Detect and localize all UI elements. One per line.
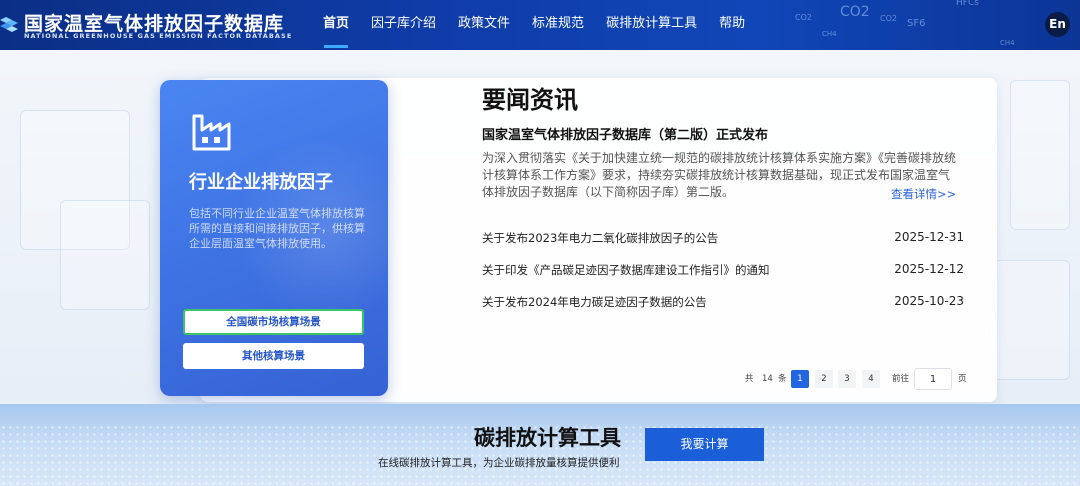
view-details-link[interactable]: 查看详情>>: [891, 186, 956, 202]
main-nav: 首页 因子库介绍 政策文件 标准规范 碳排放计算工具 帮助: [312, 0, 756, 50]
nav-factor-intro[interactable]: 因子库介绍: [360, 0, 447, 50]
pagination-goto-label: 前往: [892, 374, 910, 384]
news-list-item[interactable]: 关于发布2024年电力碳足迹因子数据的公告 2025-10-23: [482, 294, 964, 314]
industry-factor-card: 行业企业排放因子 包括不同行业企业温室气体排放核算所需的直接和间接排放因子，供核…: [160, 80, 388, 396]
pagination-total-prefix: 共: [745, 374, 754, 384]
pagination-total-suffix: 条: [778, 374, 787, 384]
nav-home[interactable]: 首页: [312, 0, 360, 50]
gas-label-ch4-left: CH4: [822, 30, 837, 38]
cubes-logo-icon: [0, 17, 18, 32]
nav-standards[interactable]: 标准规范: [521, 0, 595, 50]
news-lead-body: 为深入贯彻落实《关于加快建立统一规范的碳排放统计核算体系实施方案》《完善碳排放统…: [482, 151, 957, 199]
start-calculation-button[interactable]: 我要计算: [645, 428, 764, 461]
calculator-band-title: 碳排放计算工具: [474, 426, 621, 450]
pagination-total: 14: [762, 374, 773, 384]
gas-label-ch4-right: CH4: [1000, 39, 1015, 47]
language-toggle-button[interactable]: En: [1045, 12, 1070, 37]
decor-panel: [1010, 80, 1070, 230]
news-list-item[interactable]: 关于发布2023年电力二氧化碳排放因子的公告 2025-12-31: [482, 230, 964, 250]
news-item-date: 2025-10-23: [894, 294, 964, 308]
page-button-3[interactable]: 3: [838, 370, 856, 388]
news-item-title: 关于发布2024年电力碳足迹因子数据的公告: [482, 295, 707, 309]
calculator-band-subtitle: 在线碳排放计算工具，为企业碳排放量核算提供便利: [378, 457, 620, 469]
site-logo-subtitle: NATIONAL GREENHOUSE GAS EMISSION FACTOR …: [24, 32, 293, 40]
nav-help[interactable]: 帮助: [708, 0, 756, 50]
pagination-page-suffix: 页: [958, 374, 967, 384]
news-item-title: 关于发布2023年电力二氧化碳排放因子的公告: [482, 231, 719, 245]
news-item-date: 2025-12-31: [894, 230, 964, 244]
card-description: 包括不同行业企业温室气体排放核算所需的直接和间接排放因子，供核算企业层面温室气体…: [189, 207, 365, 250]
gas-label-co2-large: CO2: [840, 4, 870, 20]
gas-label-co2-right: CO2: [880, 14, 897, 23]
page-jump-input[interactable]: [914, 368, 952, 390]
news-list-item[interactable]: 关于印发《产品碳足迹因子数据库建设工作指引》的通知 2025-12-12: [482, 262, 964, 282]
gas-label-co2-small: CO2: [795, 13, 812, 22]
site-header: HFCs CO2 CO2 CO2 SF6 CH4 CH4 国家温室气体排放因子数…: [0, 0, 1080, 50]
news-item-date: 2025-12-12: [894, 262, 964, 276]
gas-label-hfcs: HFCs: [956, 0, 979, 8]
decor-panel: [60, 200, 150, 310]
page-button-1[interactable]: 1: [791, 370, 809, 388]
other-scenarios-button[interactable]: 其他核算场景: [183, 343, 364, 369]
national-carbon-market-button[interactable]: 全国碳市场核算场景: [183, 309, 364, 335]
news-lead-title[interactable]: 国家温室气体排放因子数据库（第二版）正式发布: [482, 124, 768, 143]
factory-icon: [192, 114, 231, 151]
gas-label-sf6: SF6: [907, 18, 926, 29]
nav-calculator[interactable]: 碳排放计算工具: [595, 0, 708, 50]
news-heading: 要闻资讯: [482, 86, 578, 114]
news-item-title: 关于印发《产品碳足迹因子数据库建设工作指引》的通知: [482, 263, 770, 277]
nav-policy-docs[interactable]: 政策文件: [447, 0, 521, 50]
card-title: 行业企业排放因子: [189, 172, 333, 193]
decor-panel: [990, 260, 1070, 380]
page-button-4[interactable]: 4: [862, 370, 880, 388]
page-button-2[interactable]: 2: [815, 370, 833, 388]
